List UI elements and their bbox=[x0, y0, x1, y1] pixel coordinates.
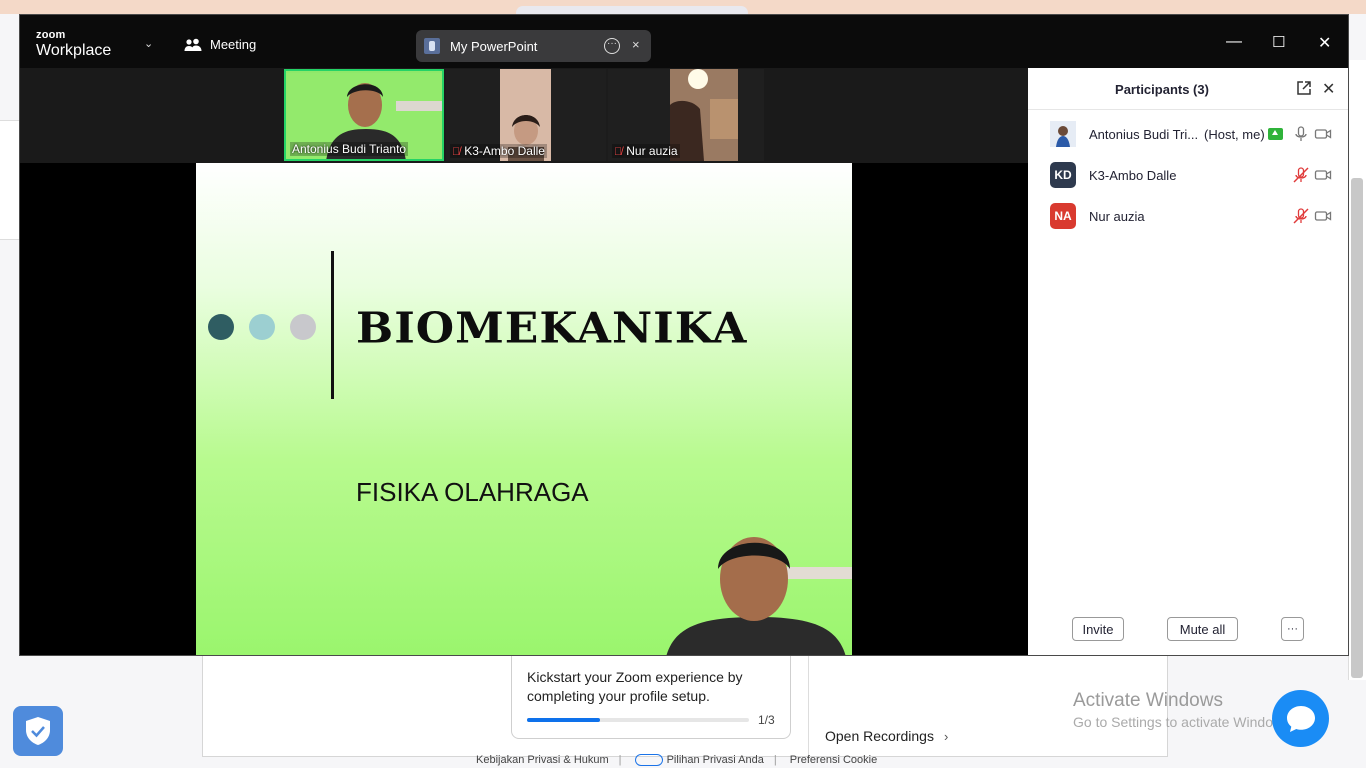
participant-name: Antonius Budi Tri... bbox=[1089, 127, 1199, 142]
people-icon bbox=[184, 38, 202, 51]
mic-icon[interactable] bbox=[1292, 125, 1310, 143]
popout-icon[interactable] bbox=[1296, 80, 1312, 96]
participant-row[interactable]: Antonius Budi Tri... (Host, me) bbox=[1028, 114, 1348, 154]
slide-title: BIOMEKANIKA bbox=[356, 304, 748, 353]
participant-role-tag: (Host, me) bbox=[1204, 127, 1265, 142]
video-camera-icon[interactable] bbox=[1314, 166, 1332, 184]
invite-button[interactable]: Invite bbox=[1072, 617, 1124, 641]
slide-divider bbox=[331, 251, 334, 399]
powerpoint-icon bbox=[424, 38, 440, 54]
participant-name: Nur auzia bbox=[1089, 209, 1145, 224]
kickstart-card[interactable]: Kickstart your Zoom experience by comple… bbox=[511, 655, 791, 739]
video-tile[interactable]: Antonius Budi Trianto bbox=[284, 69, 444, 161]
shared-screen-stage: BIOMEKANIKA FISIKA OLAHRAGA bbox=[20, 163, 1028, 655]
slide-dot bbox=[249, 314, 275, 340]
meeting-menu[interactable]: Meeting bbox=[184, 37, 256, 52]
slide-dot bbox=[290, 314, 316, 340]
video-tile-name: 🎙̸ K3-Ambo Dalle bbox=[450, 144, 547, 158]
share-more-button[interactable]: ··· bbox=[604, 38, 620, 54]
screen-share-pill[interactable]: My PowerPoint ··· × bbox=[416, 30, 651, 62]
more-options-button[interactable]: ··· bbox=[1281, 617, 1304, 641]
page-left-column bbox=[0, 120, 20, 240]
chat-bubble-icon bbox=[1286, 705, 1315, 732]
profile-photo bbox=[1050, 121, 1076, 147]
activate-windows-title: Activate Windows bbox=[1073, 690, 1223, 711]
video-camera-icon[interactable] bbox=[1314, 207, 1332, 225]
footer-link-cookie-preferences[interactable]: Preferensi Cookie bbox=[790, 754, 877, 766]
video-gallery-strip: Antonius Budi Trianto 🎙̸ K3-Ambo Dalle 🎙̸… bbox=[284, 69, 764, 161]
participants-title: Participants (3) bbox=[1115, 82, 1209, 97]
profile-progress-count: 1/3 bbox=[758, 713, 775, 727]
screen-sharing-icon bbox=[1268, 128, 1283, 140]
video-tile[interactable]: 🎙̸ K3-Ambo Dalle bbox=[446, 69, 606, 161]
participant-row[interactable]: KD K3-Ambo Dalle bbox=[1028, 155, 1348, 195]
privacy-choices-icon bbox=[634, 754, 663, 767]
participant-video-feed bbox=[670, 69, 738, 161]
zoom-workplace-logo: zoom Workplace bbox=[36, 30, 111, 59]
share-title: My PowerPoint bbox=[450, 38, 538, 54]
video-camera-icon[interactable] bbox=[1314, 125, 1332, 143]
window-close-button[interactable]: ✕ bbox=[1318, 33, 1331, 53]
mic-muted-icon[interactable] bbox=[1292, 207, 1310, 225]
chevron-right-icon: › bbox=[943, 729, 949, 744]
card-divider bbox=[808, 656, 809, 756]
mic-muted-icon: 🎙̸ bbox=[452, 146, 461, 158]
avatar: NA bbox=[1050, 203, 1076, 229]
presentation-slide: BIOMEKANIKA FISIKA OLAHRAGA bbox=[196, 163, 852, 655]
slide-dot bbox=[208, 314, 234, 340]
avatar: KD bbox=[1050, 162, 1076, 188]
zoom-titlebar: zoom Workplace ⌄ Meeting My PowerPoint ·… bbox=[20, 15, 1348, 68]
window-minimize-button[interactable]: — bbox=[1226, 33, 1242, 51]
window-maximize-button[interactable]: ☐ bbox=[1272, 33, 1285, 51]
footer-separator: | bbox=[618, 754, 622, 766]
participants-panel-footer: Invite Mute all ··· bbox=[1028, 617, 1348, 647]
close-participants-button[interactable]: ✕ bbox=[1322, 79, 1335, 99]
video-tile-name: 🎙̸ Nur auzia bbox=[612, 144, 680, 158]
zoom-meeting-window: zoom Workplace ⌄ Meeting My PowerPoint ·… bbox=[19, 14, 1349, 656]
brand-workplace: Workplace bbox=[36, 42, 112, 59]
page-scrollbar[interactable] bbox=[1351, 178, 1363, 678]
participant-name: K3-Ambo Dalle bbox=[1089, 168, 1177, 183]
stop-share-close-button[interactable]: × bbox=[632, 37, 640, 52]
participants-panel: Participants (3) ✕ Antonius Budi Tri... … bbox=[1028, 68, 1348, 655]
shield-check-icon bbox=[26, 717, 50, 745]
footer-separator: | bbox=[773, 754, 777, 766]
avatar bbox=[1050, 121, 1076, 147]
footer-link-privacy-law[interactable]: Kebijakan Privasi & Hukum bbox=[476, 754, 609, 766]
brand-zoom: zoom bbox=[36, 29, 66, 41]
open-recordings-label: Open Recordings bbox=[825, 728, 934, 744]
activate-windows-subtitle: Go to Settings to activate Windows. bbox=[1073, 714, 1294, 730]
chat-launcher-button[interactable] bbox=[1272, 690, 1329, 747]
mute-all-button[interactable]: Mute all bbox=[1167, 617, 1238, 641]
kickstart-text: Kickstart your Zoom experience by comple… bbox=[527, 669, 743, 704]
slide-subtitle: FISIKA OLAHRAGA bbox=[356, 477, 589, 507]
participant-row[interactable]: NA Nur auzia bbox=[1028, 196, 1348, 236]
profile-progress-bar bbox=[527, 718, 749, 722]
video-tile[interactable]: 🎙̸ Nur auzia bbox=[608, 69, 764, 161]
chevron-down-icon[interactable]: ⌄ bbox=[144, 37, 153, 50]
footer-link-privacy-choices[interactable]: Pilihan Privasi Anda bbox=[667, 754, 764, 766]
privacy-shield-button[interactable] bbox=[13, 706, 63, 756]
meeting-label: Meeting bbox=[210, 37, 257, 52]
open-recordings-link[interactable]: Open Recordings › bbox=[825, 728, 948, 744]
participants-panel-header: Participants (3) ✕ bbox=[1028, 68, 1348, 110]
video-tile-name: Antonius Budi Trianto bbox=[290, 142, 409, 156]
mic-muted-icon: 🎙̸ bbox=[614, 146, 623, 158]
mic-muted-icon[interactable] bbox=[1292, 166, 1310, 184]
profile-progress-fill bbox=[527, 718, 601, 722]
page-footer: Kebijakan Privasi & Hukum | Pilihan Priva… bbox=[476, 754, 887, 767]
presenter-video-overlay bbox=[666, 537, 852, 655]
